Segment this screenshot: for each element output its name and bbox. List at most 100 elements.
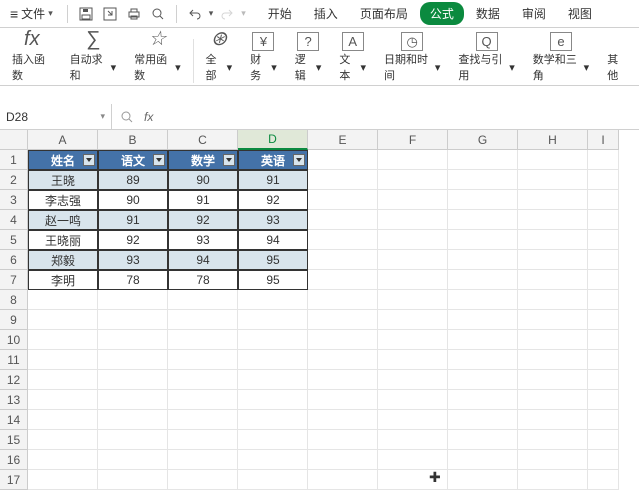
cell[interactable] (448, 330, 518, 350)
table-cell[interactable]: 赵一鸣 (28, 210, 98, 230)
cell[interactable] (308, 350, 378, 370)
cell[interactable] (28, 430, 98, 450)
col-header[interactable]: C (168, 130, 238, 150)
fx-label-icon[interactable]: fx (144, 110, 153, 124)
table-cell[interactable]: 王晓丽 (28, 230, 98, 250)
cell[interactable] (518, 350, 588, 370)
cell[interactable] (238, 330, 308, 350)
row-header[interactable]: 4 (0, 210, 28, 230)
ribbon-text[interactable]: A 文本▾ (333, 32, 372, 83)
cell[interactable] (168, 290, 238, 310)
cell[interactable] (448, 290, 518, 310)
cell[interactable] (518, 330, 588, 350)
tab-review[interactable]: 审阅 (512, 2, 556, 25)
cell[interactable] (448, 230, 518, 250)
cell[interactable] (238, 450, 308, 470)
cell[interactable] (448, 350, 518, 370)
table-cell[interactable]: 93 (238, 210, 308, 230)
cell[interactable] (308, 250, 378, 270)
col-header[interactable]: G (448, 130, 518, 150)
table-cell[interactable]: 90 (98, 190, 168, 210)
cell[interactable] (308, 390, 378, 410)
cell[interactable] (98, 350, 168, 370)
cell[interactable] (28, 350, 98, 370)
cell[interactable] (98, 390, 168, 410)
filter-icon[interactable] (153, 154, 165, 166)
ribbon-common[interactable]: ☆ 常用函数▾ (128, 32, 186, 83)
row-header[interactable]: 7 (0, 270, 28, 290)
cell[interactable] (28, 450, 98, 470)
cell[interactable] (588, 370, 619, 390)
table-cell[interactable]: 92 (238, 190, 308, 210)
cell[interactable] (448, 470, 518, 490)
cell[interactable] (518, 150, 588, 170)
cell[interactable] (98, 410, 168, 430)
cell[interactable] (238, 290, 308, 310)
cell[interactable] (518, 450, 588, 470)
ribbon-datetime[interactable]: ◷ 日期和时间▾ (378, 32, 446, 83)
table-cell[interactable]: 91 (168, 190, 238, 210)
ribbon-other[interactable]: 其他 (601, 32, 633, 83)
cell[interactable] (308, 450, 378, 470)
tab-view[interactable]: 视图 (558, 2, 602, 25)
cell[interactable] (28, 290, 98, 310)
cell[interactable] (378, 450, 448, 470)
cell[interactable] (378, 170, 448, 190)
row-header[interactable]: 11 (0, 350, 28, 370)
col-header[interactable]: D (238, 130, 308, 150)
filter-icon[interactable] (83, 154, 95, 166)
row-header[interactable]: 2 (0, 170, 28, 190)
cell[interactable] (448, 370, 518, 390)
cell[interactable] (588, 150, 619, 170)
row-header[interactable]: 13 (0, 390, 28, 410)
row-header[interactable]: 5 (0, 230, 28, 250)
cell[interactable] (378, 250, 448, 270)
cell[interactable] (98, 370, 168, 390)
cell[interactable] (518, 390, 588, 410)
redo-icon[interactable] (217, 4, 237, 24)
undo-dropdown-icon[interactable]: ▾ (209, 8, 214, 19)
cell[interactable] (448, 270, 518, 290)
cell[interactable] (518, 430, 588, 450)
filter-icon[interactable] (293, 154, 305, 166)
select-all-corner[interactable] (0, 130, 28, 150)
table-header[interactable]: 语文 (98, 150, 168, 170)
row-header[interactable]: 12 (0, 370, 28, 390)
table-header[interactable]: 英语 (238, 150, 308, 170)
row-header[interactable]: 1 (0, 150, 28, 170)
cell[interactable] (238, 370, 308, 390)
cell[interactable] (378, 390, 448, 410)
cell[interactable] (448, 410, 518, 430)
cell[interactable] (518, 290, 588, 310)
cell[interactable] (308, 190, 378, 210)
table-cell[interactable]: 91 (238, 170, 308, 190)
table-cell[interactable]: 78 (98, 270, 168, 290)
col-header[interactable]: A (28, 130, 98, 150)
cell[interactable] (378, 470, 448, 490)
col-header[interactable]: E (308, 130, 378, 150)
undo-icon[interactable] (185, 4, 205, 24)
cell[interactable] (308, 310, 378, 330)
cell[interactable] (378, 430, 448, 450)
cell[interactable] (238, 410, 308, 430)
table-cell[interactable]: 78 (168, 270, 238, 290)
ribbon-math[interactable]: e 数学和三角▾ (527, 32, 595, 83)
cell[interactable] (588, 230, 619, 250)
table-cell[interactable]: 郑毅 (28, 250, 98, 270)
cell[interactable] (378, 270, 448, 290)
cell[interactable] (518, 270, 588, 290)
table-cell[interactable]: 92 (98, 230, 168, 250)
cell[interactable] (308, 290, 378, 310)
cell[interactable] (518, 410, 588, 430)
cell[interactable] (518, 210, 588, 230)
row-header[interactable]: 10 (0, 330, 28, 350)
cell[interactable] (238, 310, 308, 330)
cell[interactable] (588, 310, 619, 330)
cell[interactable] (378, 350, 448, 370)
cell[interactable] (448, 450, 518, 470)
tab-data[interactable]: 数据 (466, 2, 510, 25)
cell[interactable] (238, 430, 308, 450)
cell[interactable] (588, 170, 619, 190)
tab-formula[interactable]: 公式 (420, 2, 464, 25)
name-box[interactable]: D28 ▾ (0, 104, 112, 129)
